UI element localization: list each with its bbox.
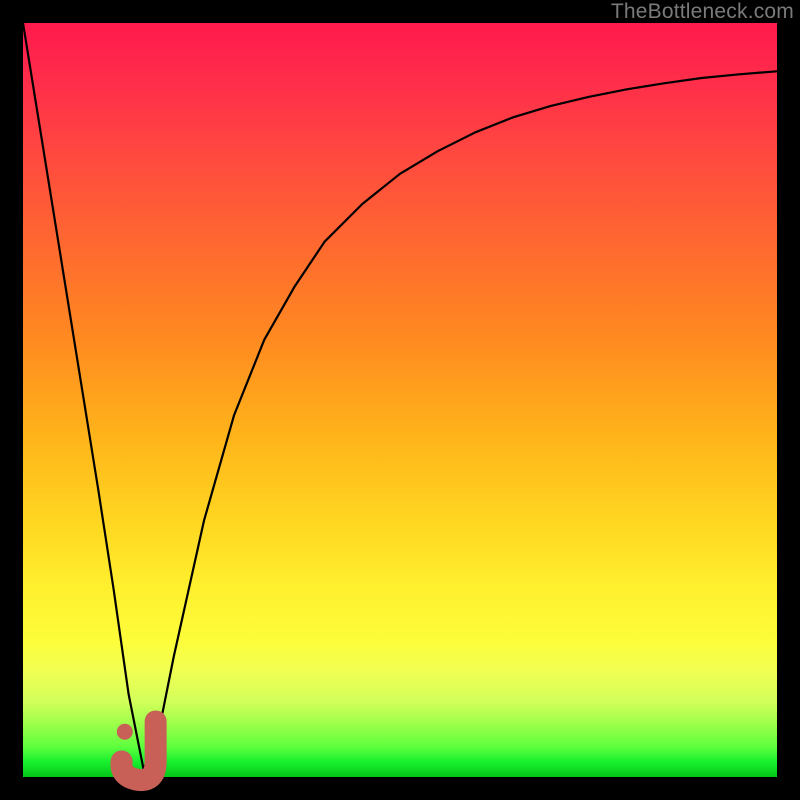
chart-frame: TheBottleneck.com xyxy=(0,0,800,800)
curves-svg xyxy=(23,23,777,777)
watermark-text: TheBottleneck.com xyxy=(611,0,794,24)
bottleneck-curve xyxy=(23,23,777,770)
plot-area xyxy=(23,23,777,777)
